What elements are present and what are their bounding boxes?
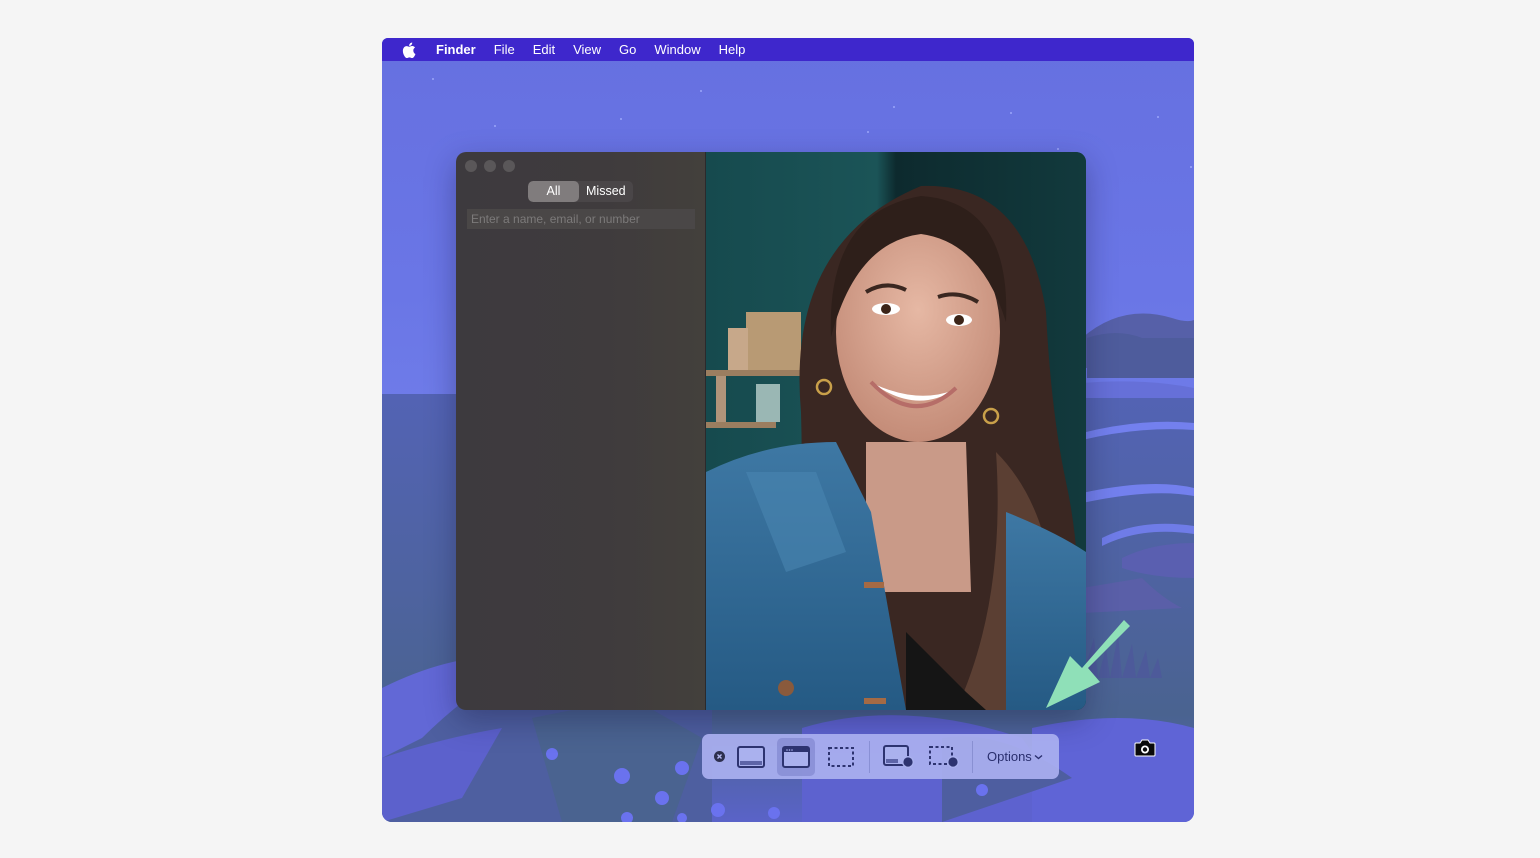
person-video-image (706, 152, 1086, 710)
menu-app-name[interactable]: Finder (436, 42, 476, 57)
segment-missed[interactable]: Missed (579, 181, 633, 202)
camera-icon (1134, 739, 1156, 757)
camera-video-preview (706, 152, 1086, 710)
apple-logo-icon[interactable] (402, 41, 416, 58)
menu-bar: Finder File Edit View Go Window Help (382, 38, 1194, 61)
menu-edit[interactable]: Edit (533, 42, 555, 57)
facetime-sidebar: All Missed (456, 152, 706, 710)
toolbar-divider (869, 740, 870, 773)
zoom-window-button[interactable] (503, 160, 515, 172)
close-icon[interactable] (714, 751, 725, 762)
minimize-window-button[interactable] (484, 160, 496, 172)
close-window-button[interactable] (465, 160, 477, 172)
chevron-down-icon (1034, 754, 1043, 759)
capture-selected-window-button[interactable] (777, 737, 815, 776)
window-controls (465, 160, 515, 172)
menu-file[interactable]: File (494, 42, 515, 57)
contact-search-input[interactable] (467, 209, 695, 229)
toolbar-divider (972, 740, 973, 773)
capture-entire-screen-icon (737, 745, 765, 768)
record-selected-portion-icon (929, 745, 959, 768)
capture-selected-portion-button[interactable] (822, 738, 860, 776)
menu-view[interactable]: View (573, 42, 601, 57)
options-label: Options (987, 749, 1032, 764)
record-entire-screen-button[interactable] (880, 738, 918, 776)
desktop-screen: Finder File Edit View Go Window Help All… (382, 38, 1194, 822)
facetime-window[interactable]: All Missed (456, 152, 1086, 710)
screenshot-toolbar: Options (702, 734, 1059, 779)
capture-entire-screen-button[interactable] (732, 738, 770, 776)
call-filter-segmented-control: All Missed (528, 181, 633, 202)
capture-selected-portion-icon (828, 746, 854, 767)
segment-all[interactable]: All (528, 181, 579, 202)
options-menu-button[interactable]: Options (987, 749, 1043, 764)
menu-window[interactable]: Window (654, 42, 700, 57)
menu-help[interactable]: Help (719, 42, 746, 57)
record-selected-portion-button[interactable] (925, 738, 963, 776)
menu-go[interactable]: Go (619, 42, 636, 57)
record-entire-screen-icon (883, 744, 914, 768)
capture-selected-window-icon (782, 745, 810, 768)
